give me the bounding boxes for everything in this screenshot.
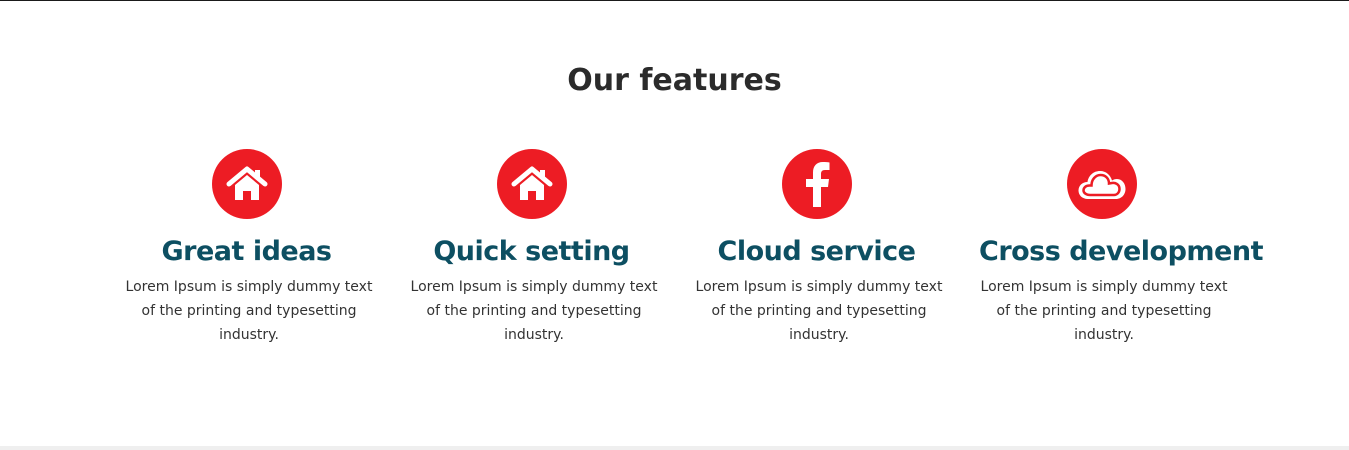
cloud-icon xyxy=(1066,149,1137,219)
feature-description: Lorem Ipsum is simply dummy text of the … xyxy=(410,279,658,343)
facebook-icon xyxy=(781,149,852,219)
feature-great-ideas: Great ideas Lorem Ipsum is simply dummy … xyxy=(104,149,389,347)
feature-description: Lorem Ipsum is simply dummy text of the … xyxy=(125,279,373,343)
feature-quick-setting: Quick setting Lorem Ipsum is simply dumm… xyxy=(389,149,674,347)
feature-description: Lorem Ipsum is simply dummy text of the … xyxy=(980,279,1228,343)
feature-cross-development: Cross development Lorem Ipsum is simply … xyxy=(959,149,1263,347)
feature-title: Quick setting xyxy=(433,236,630,267)
feature-cloud-service: Cloud service Lorem Ipsum is simply dumm… xyxy=(674,149,959,347)
home-icon xyxy=(496,149,567,219)
section-title: Our features xyxy=(567,63,782,98)
top-border xyxy=(0,0,1349,1)
bottom-divider xyxy=(0,446,1349,450)
home-icon xyxy=(211,149,282,219)
feature-title: Great ideas xyxy=(161,236,333,267)
feature-description: Lorem Ipsum is simply dummy text of the … xyxy=(695,279,943,343)
features-row: Great ideas Lorem Ipsum is simply dummy … xyxy=(104,149,1263,347)
feature-title: Cloud service xyxy=(717,236,916,267)
feature-title: Cross development xyxy=(979,236,1263,267)
